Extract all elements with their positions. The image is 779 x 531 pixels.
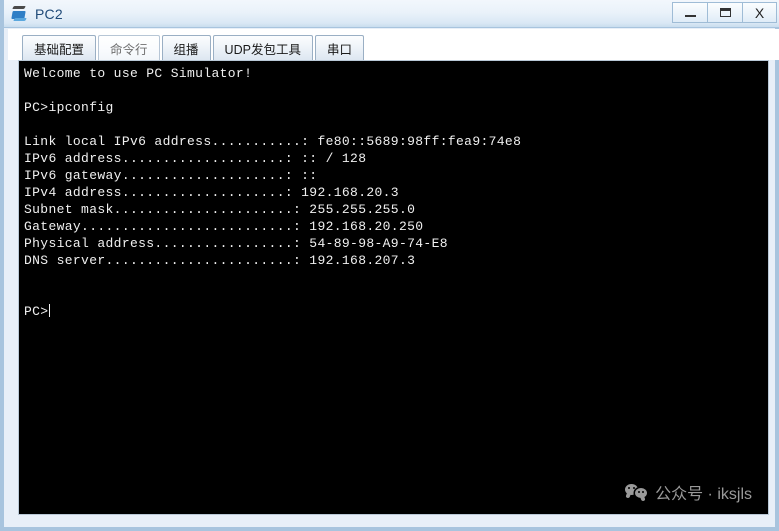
terminal-line: IPv6 address....................: :: / 1… — [24, 151, 367, 166]
tab-udp-packet-tool[interactable]: UDP发包工具 — [212, 35, 313, 60]
tab-label: 组播 — [173, 42, 199, 57]
window-title: PC2 — [35, 5, 63, 22]
tab-label: UDP发包工具 — [224, 42, 301, 57]
window-controls: X — [672, 2, 777, 24]
tab-command-line[interactable]: 命令行 — [98, 35, 160, 60]
tab-bar: 基础配置 命令行 组播 UDP发包工具 串口 — [8, 29, 779, 60]
wechat-icon — [625, 483, 648, 501]
tab-basic-config[interactable]: 基础配置 — [22, 35, 97, 60]
terminal-output: Welcome to use PC Simulator! PC>ipconfig… — [19, 61, 768, 320]
tab-multicast[interactable]: 组播 — [161, 35, 211, 60]
tab-label: 命令行 — [110, 42, 148, 57]
terminal-line: Subnet mask......................: 255.2… — [24, 202, 416, 217]
terminal-line: Gateway..........................: 192.1… — [24, 219, 424, 234]
terminal-line: PC>ipconfig — [24, 100, 114, 115]
watermark: 公众号 · iksjls — [625, 480, 752, 504]
terminal-prompt: PC> — [24, 304, 49, 319]
title-bar: PC2 X — [4, 0, 779, 28]
terminal-line: IPv6 gateway....................: :: — [24, 168, 318, 183]
terminal-line: DNS server.......................: 192.1… — [24, 253, 416, 268]
tab-serial-port[interactable]: 串口 — [314, 35, 364, 60]
close-button[interactable]: X — [742, 2, 777, 23]
maximize-icon — [719, 8, 731, 17]
terminal-cursor — [49, 304, 51, 317]
terminal-console[interactable]: Welcome to use PC Simulator! PC>ipconfig… — [18, 60, 769, 515]
close-icon: X — [754, 4, 765, 21]
terminal-line: Link local IPv6 address...........: fe80… — [24, 134, 522, 149]
tab-label: 串口 — [326, 42, 352, 57]
pc-device-icon — [11, 5, 29, 23]
terminal-line: Welcome to use PC Simulator! — [24, 66, 253, 81]
minimize-button[interactable] — [672, 2, 707, 23]
tab-label: 基础配置 — [34, 42, 85, 57]
minimize-icon — [684, 15, 696, 17]
terminal-prompt-line[interactable]: PC> — [24, 303, 768, 320]
watermark-text: 公众号 · iksjls — [655, 486, 752, 503]
pc2-window: PC2 X 基础配置 命令行 组播 UDP发包工具 串口 Welcome to … — [0, 0, 779, 531]
terminal-line: IPv4 address....................: 192.16… — [24, 185, 399, 200]
terminal-line: Physical address.................: 54-89… — [24, 236, 448, 251]
maximize-button[interactable] — [707, 2, 742, 23]
